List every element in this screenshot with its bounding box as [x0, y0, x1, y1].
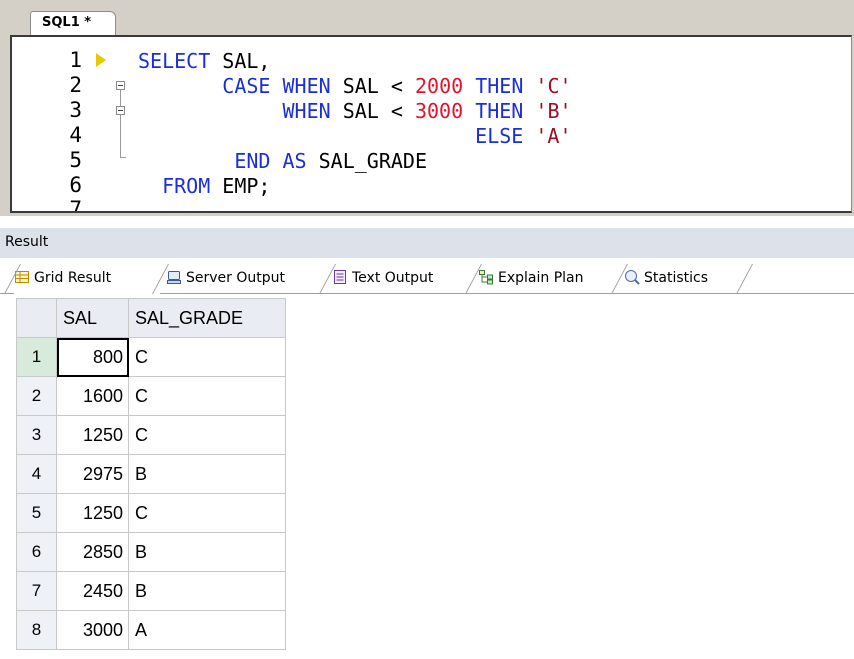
column-header-sal[interactable]: SAL — [56, 298, 129, 338]
statistics-icon — [625, 270, 640, 285]
line-gutter: 1 2 3 4 5 6 7 — [12, 37, 132, 211]
cell-sal[interactable]: 2975 — [56, 454, 129, 494]
code-line-1: SELECT SAL, — [138, 49, 271, 73]
row-number[interactable]: 2 — [16, 376, 57, 416]
tab-label: Server Output — [186, 270, 285, 286]
cell-sal[interactable]: 3000 — [56, 610, 129, 650]
cell-sal-grade[interactable]: B — [128, 532, 286, 572]
table-row[interactable]: 4 2975 B — [16, 454, 286, 494]
cell-sal[interactable]: 2450 — [56, 571, 129, 611]
tab-server-output[interactable]: Server Output — [166, 264, 285, 294]
tab-label: Text Output — [352, 270, 434, 286]
row-number[interactable]: 8 — [16, 610, 57, 650]
cell-sal[interactable]: 2850 — [56, 532, 129, 572]
code-line-6: FROM EMP; — [162, 174, 271, 198]
row-number[interactable]: 6 — [16, 532, 57, 572]
grid-icon — [15, 271, 29, 283]
cell-sal-grade[interactable]: C — [128, 415, 286, 455]
table-row[interactable]: 5 1250 C — [16, 493, 286, 533]
code-line-3: WHEN SAL < 3000 THEN 'B' — [282, 99, 572, 123]
row-number[interactable]: 1 — [16, 337, 57, 377]
line-number: 6 — [69, 173, 82, 197]
server-output-icon — [167, 271, 181, 284]
line-number: 2 — [69, 73, 82, 97]
line-number: 4 — [69, 123, 82, 147]
column-header-sal-grade[interactable]: SAL_GRADE — [128, 298, 286, 338]
row-number[interactable]: 3 — [16, 415, 57, 455]
cell-sal[interactable]: 1250 — [56, 415, 129, 455]
result-table: SAL SAL_GRADE 1 800 C 2 1600 C 3 1250 C 4 2975 B 5 12… — [16, 298, 286, 650]
code-line-2: CASE WHEN SAL < 2000 THEN 'C' — [222, 74, 572, 98]
tab-text-output[interactable]: Text Output — [332, 264, 433, 294]
table-row[interactable]: 6 2850 B — [16, 532, 286, 572]
tab-label: Statistics — [644, 270, 708, 286]
row-number[interactable]: 7 — [16, 571, 57, 611]
table-row[interactable]: 8 3000 A — [16, 610, 286, 650]
fold-guide — [120, 115, 121, 157]
fold-toggle-icon[interactable] — [116, 106, 125, 115]
result-panel-header: Result — [0, 228, 854, 258]
table-row[interactable]: 1 800 C — [16, 337, 286, 377]
code-line-5: END AS SAL_GRADE — [234, 149, 428, 173]
corner-cell[interactable] — [16, 298, 57, 338]
tab-explain-plan[interactable]: Explain Plan — [478, 264, 583, 294]
grid-body: 1 800 C 2 1600 C 3 1250 C 4 2975 B 5 1250 C 6 2850 B 7 2450… — [16, 337, 286, 650]
cell-sal-grade[interactable]: B — [128, 454, 286, 494]
table-row[interactable]: 2 1600 C — [16, 376, 286, 416]
cell-sal-grade[interactable]: B — [128, 571, 286, 611]
row-number[interactable]: 4 — [16, 454, 57, 494]
cell-sal-grade[interactable]: C — [128, 337, 286, 377]
line-number: 3 — [69, 98, 82, 122]
explain-plan-icon — [479, 270, 493, 285]
cell-sal-grade[interactable]: A — [128, 610, 286, 650]
tab-statistics[interactable]: Statistics — [624, 264, 708, 294]
cell-sal-grade[interactable]: C — [128, 376, 286, 416]
line-number: 7 — [69, 199, 82, 211]
tab-grid-result[interactable]: Grid Result — [14, 264, 160, 294]
fold-toggle-icon[interactable] — [116, 81, 125, 90]
cell-sal[interactable]: 1250 — [56, 493, 129, 533]
table-row[interactable]: 3 1250 C — [16, 415, 286, 455]
line-number: 1 — [69, 48, 82, 72]
fold-guide-end — [120, 157, 126, 158]
sql-editor[interactable]: 1 2 3 4 5 6 7 SELECT SAL, CASE WHEN SAL … — [10, 35, 852, 213]
header-row: SAL SAL_GRADE — [16, 298, 286, 338]
result-panel-title: Result — [5, 234, 49, 250]
cell-sal[interactable]: 1600 — [56, 376, 129, 416]
text-output-icon — [334, 270, 346, 284]
code-line-4: ELSE 'A' — [475, 124, 572, 148]
grid-result: SAL SAL_GRADE 1 800 C 2 1600 C 3 1250 C 4 2975 B 5 12… — [16, 298, 286, 659]
tab-label: Grid Result — [34, 270, 112, 286]
current-line-marker-icon — [96, 53, 106, 67]
cell-sal-grade[interactable]: C — [128, 493, 286, 533]
table-row[interactable]: 7 2450 B — [16, 571, 286, 611]
sql-editor-area: SQL1 * 1 2 3 4 5 6 7 SELECT SAL, CASE WH… — [0, 0, 854, 216]
cell-sal[interactable]: 800 — [56, 337, 129, 377]
tab-label: Explain Plan — [498, 270, 584, 286]
row-number[interactable]: 5 — [16, 493, 57, 533]
line-number: 5 — [69, 148, 82, 172]
editor-tab-sql1[interactable]: SQL1 * — [30, 11, 116, 35]
fold-guide — [120, 90, 121, 106]
